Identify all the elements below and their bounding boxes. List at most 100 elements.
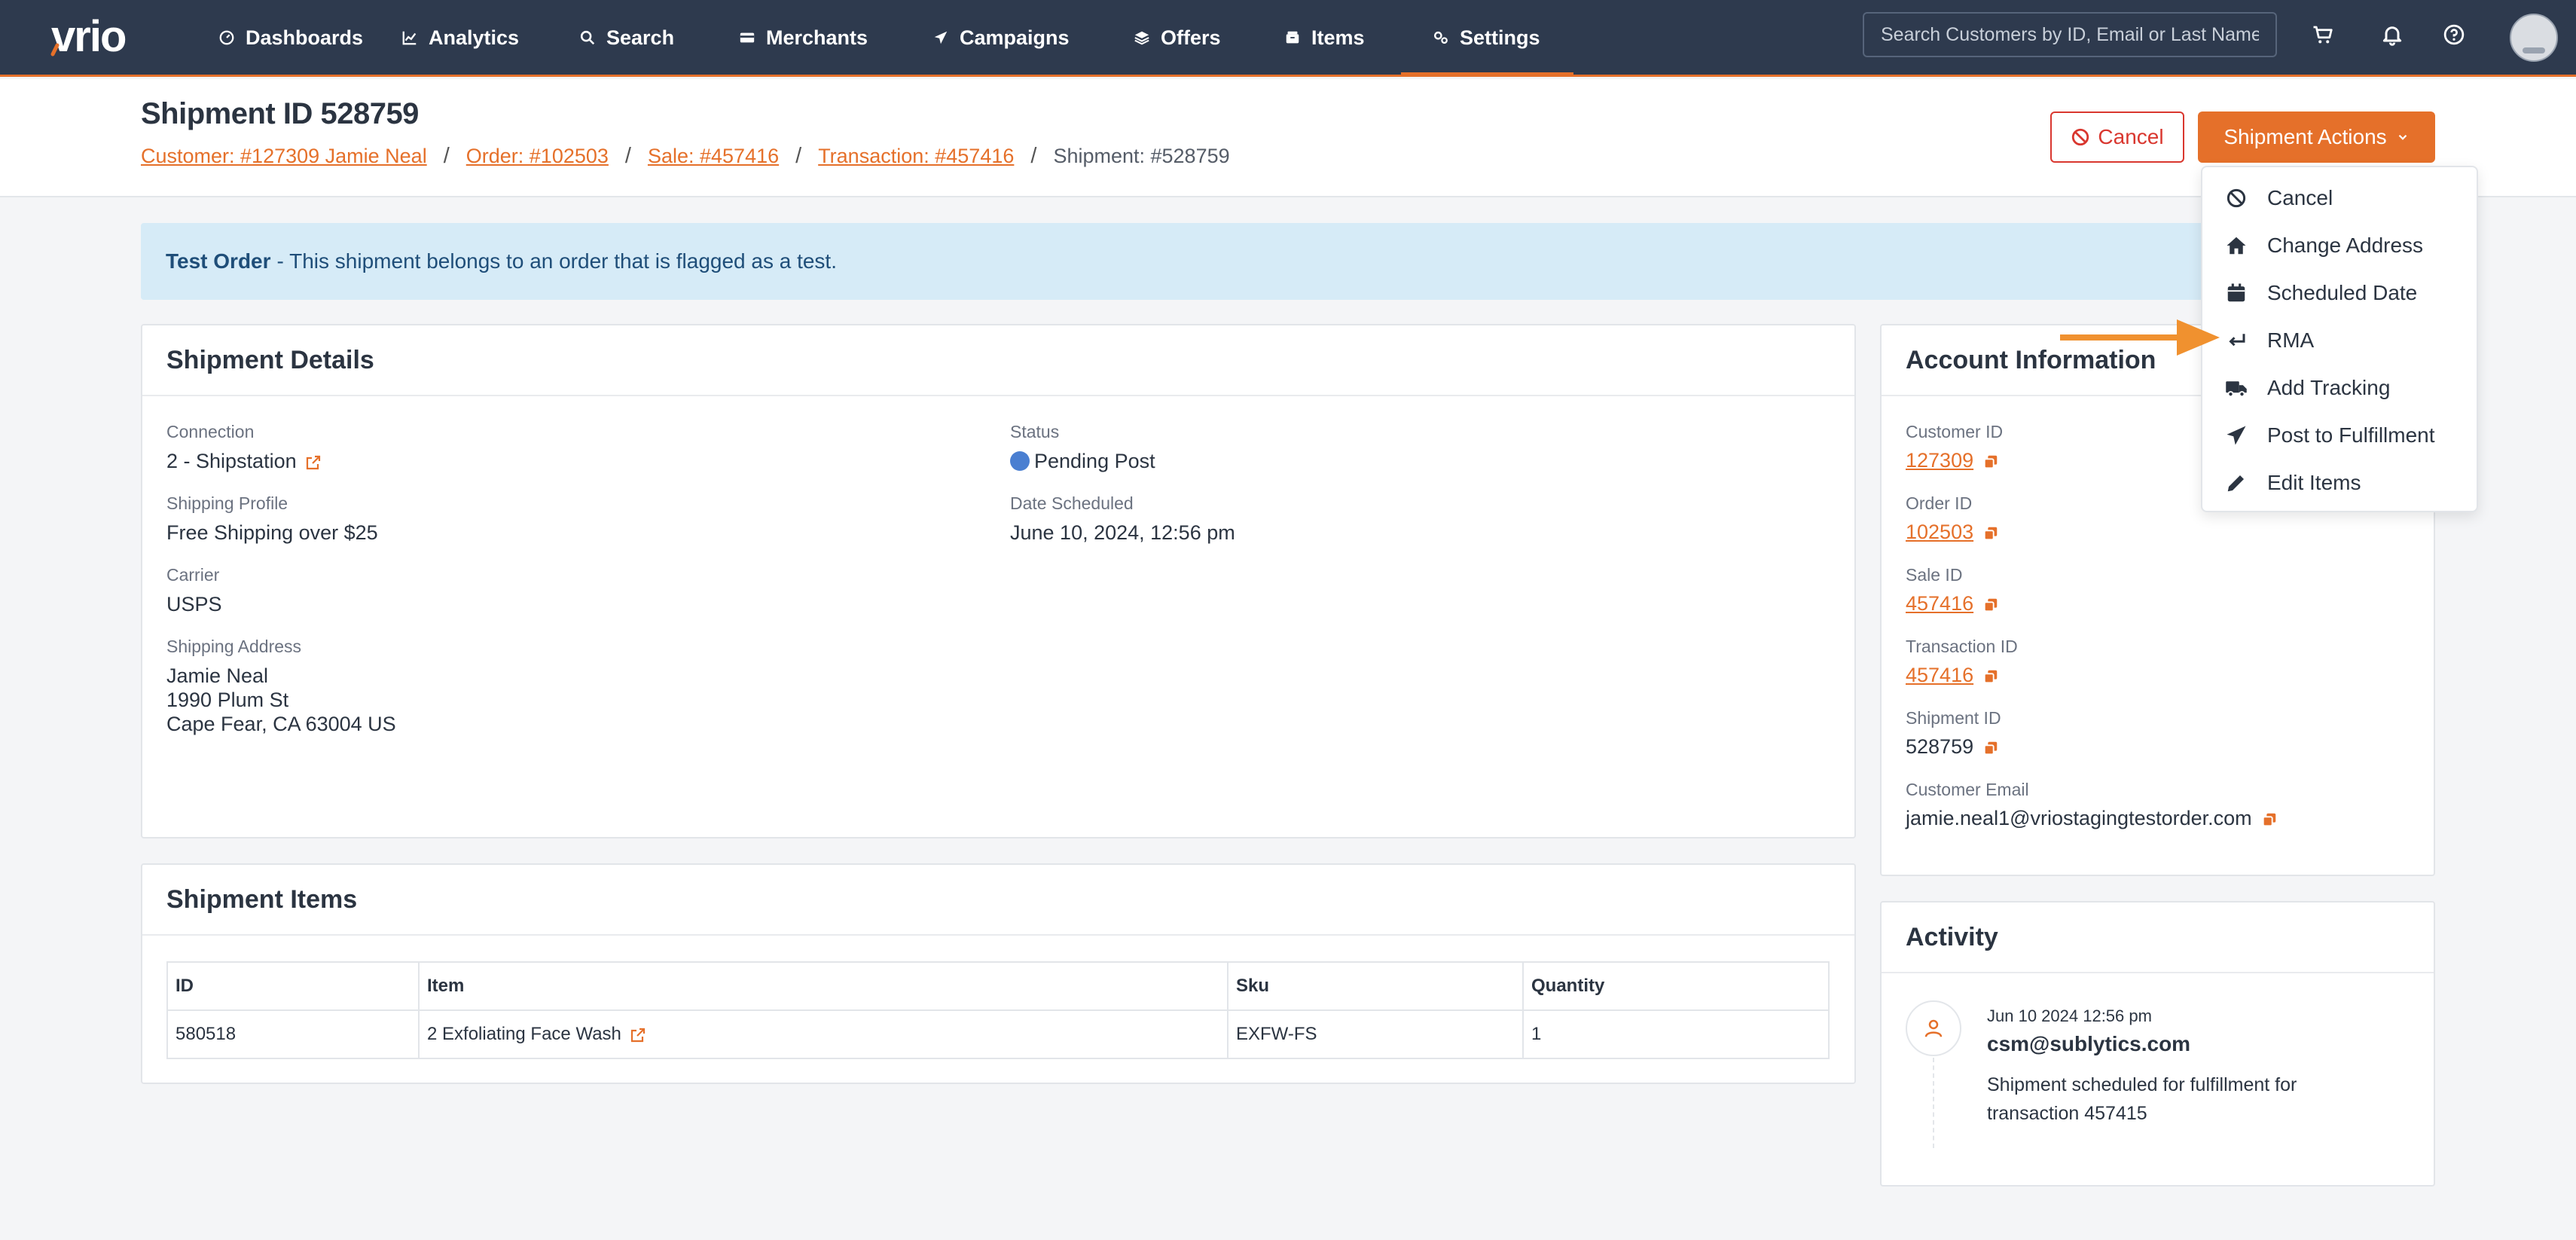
nav-search[interactable]: Search xyxy=(579,0,674,75)
nav-analytics-label: Analytics xyxy=(429,26,520,49)
table-row: 580518 2 Exfoliating Face Wash EXFW-FS 1 xyxy=(166,1009,1830,1059)
shipment-id-label: Shipment ID xyxy=(1906,708,2001,728)
chevron-down-icon xyxy=(2398,134,2407,140)
menu-item-change-address[interactable]: Change Address xyxy=(2202,221,2477,269)
nav-campaigns-label: Campaigns xyxy=(960,26,1070,49)
order-id-row: 102503 xyxy=(1906,521,1999,544)
order-id-link[interactable]: 102503 xyxy=(1906,521,1973,543)
copy-icon[interactable] xyxy=(1982,454,1999,470)
menu-item-label: Change Address xyxy=(2267,233,2424,257)
column-header-id: ID xyxy=(166,961,420,1011)
cart-icon[interactable] xyxy=(2308,20,2338,50)
copy-icon[interactable] xyxy=(1982,525,1999,542)
status-label: Status xyxy=(1010,422,1060,441)
user-avatar[interactable] xyxy=(2510,14,2558,62)
customer-id-row: 127309 xyxy=(1906,449,1999,472)
customer-id-label: Customer ID xyxy=(1906,422,2004,441)
shipping-address-line1: Jamie Neal xyxy=(166,664,269,687)
breadcrumb-sale[interactable]: Sale: #457416 xyxy=(648,145,779,168)
alert-message: - This shipment belongs to an order that… xyxy=(276,249,837,273)
layers-icon xyxy=(1134,31,1149,45)
alert-title: Test Order xyxy=(166,249,271,273)
copy-icon[interactable] xyxy=(2261,811,2278,828)
truck-icon xyxy=(2226,380,2247,397)
svg-text:vrio: vrio xyxy=(51,15,126,60)
item-name: 2 Exfoliating Face Wash xyxy=(427,1024,621,1044)
nav-offers[interactable]: Offers xyxy=(1134,0,1221,75)
customer-email-row: jamie.neal1@vriostagingtestorder.com xyxy=(1906,807,2278,830)
transaction-id-link[interactable]: 457416 xyxy=(1906,664,1973,686)
nav-active-indicator xyxy=(1401,72,1573,77)
shipment-actions-label: Shipment Actions xyxy=(2223,125,2387,148)
menu-item-label: RMA xyxy=(2267,328,2315,352)
table-header-row: ID Item Sku Quantity xyxy=(166,961,1830,1011)
credit-card-icon xyxy=(740,32,755,43)
paper-plane-icon xyxy=(2227,426,2246,444)
activity-title: Activity xyxy=(1882,903,2434,973)
menu-item-cancel[interactable]: Cancel xyxy=(2202,174,2477,221)
item-sku-cell: EXFW-FS xyxy=(1227,1009,1524,1059)
nav-merchants[interactable]: Merchants xyxy=(739,0,868,75)
external-link-icon[interactable] xyxy=(629,1026,647,1044)
customer-id-link[interactable]: 127309 xyxy=(1906,449,1973,472)
nav-items[interactable]: Items xyxy=(1284,0,1365,75)
order-id-label: Order ID xyxy=(1906,493,1973,513)
shipment-actions-button[interactable]: Shipment Actions xyxy=(2198,111,2435,163)
activity-timeline-line xyxy=(1933,1058,1934,1148)
menu-item-label: Post to Fulfillment xyxy=(2267,423,2435,447)
breadcrumb-transaction[interactable]: Transaction: #457416 xyxy=(818,145,1014,168)
copy-icon[interactable] xyxy=(1982,668,1999,685)
nav-analytics[interactable]: Analytics xyxy=(401,0,519,75)
nav-settings[interactable]: Settings xyxy=(1433,0,1540,75)
sale-id-link[interactable]: 457416 xyxy=(1906,592,1973,615)
shipping-address-line3: Cape Fear, CA 63004 US xyxy=(166,713,396,735)
copy-icon[interactable] xyxy=(1982,597,1999,613)
sale-id-label: Sale ID xyxy=(1906,565,1963,585)
connection-text: 2 - Shipstation xyxy=(166,450,297,472)
ban-icon xyxy=(2072,128,2089,146)
activity-user-avatar xyxy=(1906,1000,1961,1056)
column-header-item: Item xyxy=(418,961,1228,1011)
shipment-id-value: 528759 xyxy=(1906,735,1974,758)
breadcrumb-shipment: Shipment: #528759 xyxy=(1053,145,1230,167)
shipment-items-card: Shipment Items ID Item Sku Quantity 5805… xyxy=(141,863,1856,1084)
nav-dashboards-label: Dashboards xyxy=(246,26,364,49)
nav-campaigns[interactable]: Campaigns xyxy=(932,0,1070,75)
menu-item-edit-items[interactable]: Edit Items xyxy=(2202,459,2477,506)
line-chart-icon xyxy=(402,31,417,45)
connection-value: 2 - Shipstation xyxy=(166,449,322,474)
breadcrumb-customer[interactable]: Customer: #127309 Jamie Neal xyxy=(141,145,427,168)
nav-dashboards[interactable]: Dashboards xyxy=(218,0,363,75)
annotation-arrow-icon xyxy=(2060,319,2220,356)
activity-card: Activity Jun 10 2024 12:56 pm csm@sublyt… xyxy=(1880,901,2435,1187)
ban-icon xyxy=(2227,188,2246,207)
breadcrumb: Customer: #127309 Jamie Neal / Order: #1… xyxy=(141,144,1230,169)
menu-item-add-tracking[interactable]: Add Tracking xyxy=(2202,364,2477,411)
menu-item-scheduled-date[interactable]: Scheduled Date xyxy=(2202,269,2477,316)
carrier-label: Carrier xyxy=(166,565,220,585)
cancel-shipment-button[interactable]: Cancel xyxy=(2050,111,2184,163)
shipment-items-title: Shipment Items xyxy=(142,865,1854,936)
nav-search-label: Search xyxy=(606,26,675,49)
date-scheduled-value: June 10, 2024, 12:56 pm xyxy=(1010,521,1235,544)
menu-item-label: Scheduled Date xyxy=(2267,280,2418,304)
shipping-address-line2: 1990 Plum St xyxy=(166,689,289,711)
nav-merchants-label: Merchants xyxy=(766,26,868,49)
customer-search-input[interactable] xyxy=(1863,12,2277,57)
shipping-address-label: Shipping Address xyxy=(166,637,302,656)
vrio-logo[interactable]: vrio xyxy=(50,15,170,60)
menu-item-rma[interactable]: RMA xyxy=(2202,316,2477,364)
shipment-id-row: 528759 xyxy=(1906,735,1999,759)
menu-item-label: Edit Items xyxy=(2267,470,2361,494)
breadcrumb-order[interactable]: Order: #102503 xyxy=(466,145,609,168)
help-icon[interactable] xyxy=(2439,20,2469,50)
column-header-quantity: Quantity xyxy=(1522,961,1830,1011)
activity-timestamp: Jun 10 2024 12:56 pm xyxy=(1987,1006,2152,1025)
status-value: Pending Post xyxy=(1010,449,1155,474)
box-icon xyxy=(1286,31,1299,44)
menu-item-post-to-fulfillment[interactable]: Post to Fulfillment xyxy=(2202,411,2477,459)
external-link-icon[interactable] xyxy=(304,454,322,472)
return-arrow-icon xyxy=(2229,333,2245,346)
copy-icon[interactable] xyxy=(1982,740,1999,756)
bell-icon[interactable] xyxy=(2377,20,2407,50)
